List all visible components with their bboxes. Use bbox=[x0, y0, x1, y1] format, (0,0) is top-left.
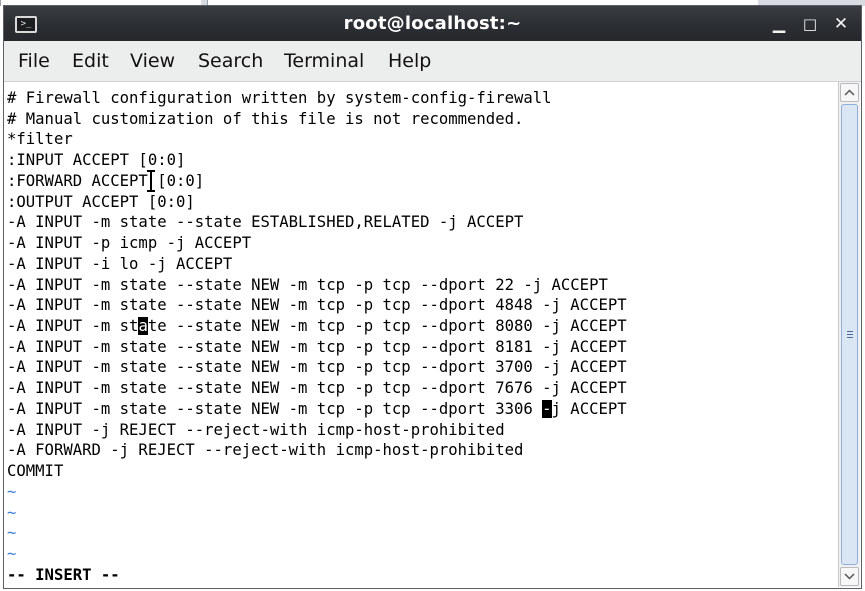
menu-search[interactable]: Search bbox=[198, 41, 263, 81]
menu-file[interactable]: File bbox=[18, 41, 50, 81]
file-line: # Manual customization of this file is n… bbox=[7, 110, 524, 128]
close-icon[interactable]: ✕ bbox=[830, 14, 852, 34]
file-line: COMMIT bbox=[7, 462, 64, 480]
file-line: -A INPUT -m state --state NEW -m tcp -p … bbox=[7, 358, 627, 376]
chevron-up-icon bbox=[844, 89, 855, 96]
file-line: -A INPUT -m state --state NEW -m tcp -p … bbox=[7, 379, 627, 397]
file-line: -A INPUT -m state --state NEW -m tcp -p … bbox=[7, 296, 627, 314]
text-cursor: - bbox=[542, 400, 552, 418]
empty-line-tilde: ~ bbox=[7, 483, 17, 501]
file-line: -A INPUT -i lo -j ACCEPT bbox=[7, 255, 233, 273]
scroll-down-button[interactable] bbox=[840, 567, 859, 586]
file-line: -A INPUT -m state --state NEW -m tcp -p … bbox=[7, 338, 627, 356]
file-line-cursor: -A INPUT -m state --state NEW -m tcp -p … bbox=[7, 400, 627, 418]
scroll-grip-icon bbox=[847, 331, 853, 340]
terminal-window: >_ root@localhost:~ ▁ □ ✕ File Edit View… bbox=[4, 6, 861, 588]
vim-mode-status: -- INSERT -- bbox=[7, 566, 120, 584]
file-line: -A INPUT -p icmp -j ACCEPT bbox=[7, 234, 252, 252]
empty-line-tilde: ~ bbox=[7, 545, 17, 563]
menu-view[interactable]: View bbox=[130, 41, 175, 81]
title-bar[interactable]: >_ root@localhost:~ ▁ □ ✕ bbox=[4, 6, 861, 41]
file-line: -A INPUT -m state --state ESTABLISHED,RE… bbox=[7, 213, 524, 231]
file-line: # Firewall configuration written by syst… bbox=[7, 89, 552, 107]
file-line: -A FORWARD -j REJECT --reject-with icmp-… bbox=[7, 441, 524, 459]
file-line: :FORWARD ACCEPT [0:0] bbox=[7, 172, 205, 190]
file-line-highlighted: -A INPUT -m state --state NEW -m tcp -p … bbox=[7, 317, 627, 335]
file-line: :INPUT ACCEPT [0:0] bbox=[7, 151, 186, 169]
menu-edit[interactable]: Edit bbox=[72, 41, 109, 81]
file-line: -A INPUT -m state --state NEW -m tcp -p … bbox=[7, 276, 608, 294]
menu-bar: File Edit View Search Terminal Help bbox=[4, 41, 861, 82]
terminal-text-area[interactable]: # Firewall configuration written by syst… bbox=[4, 82, 836, 588]
chevron-down-icon bbox=[844, 573, 855, 580]
empty-line-tilde: ~ bbox=[7, 504, 17, 522]
minimize-icon[interactable]: ▁ bbox=[768, 14, 790, 34]
window-title: root@localhost:~ bbox=[343, 13, 522, 34]
file-line: -A INPUT -j REJECT --reject-with icmp-ho… bbox=[7, 421, 505, 439]
empty-line-tilde: ~ bbox=[7, 524, 17, 542]
file-line: :OUTPUT ACCEPT [0:0] bbox=[7, 193, 195, 211]
vertical-scrollbar[interactable] bbox=[838, 82, 860, 587]
scroll-up-button[interactable] bbox=[840, 83, 859, 102]
file-line: *filter bbox=[7, 130, 73, 148]
menu-terminal[interactable]: Terminal bbox=[284, 41, 364, 81]
scrollbar-thumb[interactable] bbox=[841, 104, 858, 565]
highlighted-char: a bbox=[138, 317, 148, 335]
maximize-icon[interactable]: □ bbox=[799, 14, 821, 34]
mouse-ibeam-cursor-icon bbox=[147, 170, 155, 192]
menu-help[interactable]: Help bbox=[388, 41, 431, 81]
